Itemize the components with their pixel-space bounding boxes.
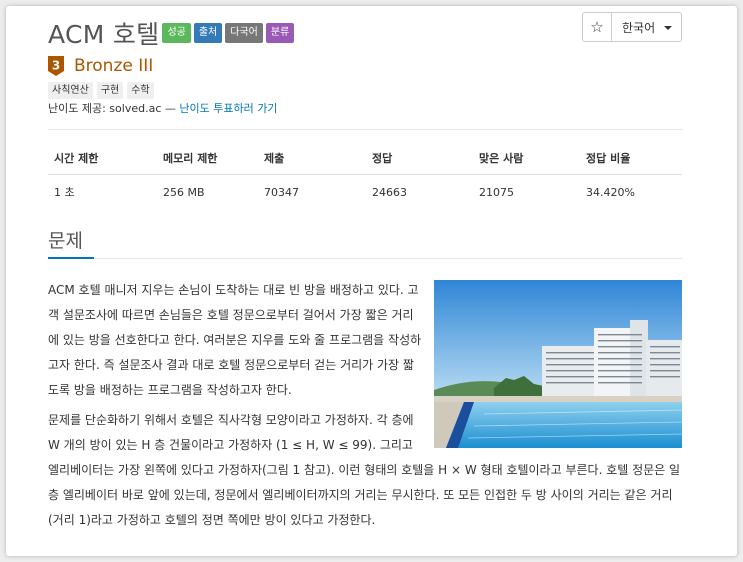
star-icon: ☆	[590, 18, 604, 36]
header-memory-limit: 메모리 제한	[157, 146, 258, 175]
tier-badge-icon: 3	[48, 56, 64, 76]
cell-accept-ratio: 34.420%	[586, 185, 635, 199]
table-row: 1 초 256 MB 70347 24663 21075 34.420%	[48, 175, 682, 210]
section-title: 문제	[48, 230, 83, 252]
tier-number: 3	[52, 59, 60, 73]
cell-time-limit: 1 초	[54, 186, 75, 199]
favorite-button[interactable]: ☆	[582, 12, 612, 42]
difficulty-credit: 난이도 제공: solved.ac — 난이도 투표하러 가기	[48, 100, 277, 116]
tier-label[interactable]: Bronze III	[74, 56, 153, 76]
cell-accepted[interactable]: 24663	[366, 175, 473, 210]
problem-title: ACM 호텔	[48, 20, 160, 49]
problem-description: ACM 호텔 매니저 지우는 손님이 도착하는 대로 빈 방을 배정하고 있다.…	[48, 278, 682, 538]
problem-card: ACM 호텔 성공 출처 다국어 분류 ☆ 한국어 3 Bronze III 사…	[6, 6, 737, 556]
chevron-down-icon	[664, 26, 672, 30]
tag-category[interactable]: 분류	[265, 23, 295, 43]
header-accepted: 정답	[366, 146, 473, 175]
header-submissions: 제출	[258, 146, 366, 175]
tag-source[interactable]: 출처	[193, 23, 223, 43]
language-dropdown[interactable]: 한국어	[611, 12, 682, 42]
section-divider	[48, 258, 682, 259]
header-accept-ratio: 정답 비율	[580, 146, 682, 175]
cell-solvers[interactable]: 21075	[473, 175, 580, 210]
header-solvers: 맞은 사람	[473, 146, 580, 175]
header-divider	[48, 129, 682, 130]
algorithm-tag[interactable]: 구현	[96, 82, 124, 99]
hotel-image	[434, 280, 682, 448]
problem-info-table: 시간 제한 메모리 제한 제출 정답 맞은 사람 정답 비율 1 초 256 M…	[48, 146, 682, 209]
tag-multilingual[interactable]: 다국어	[225, 23, 263, 43]
cell-memory-limit: 256 MB	[163, 185, 205, 199]
credit-text: 난이도 제공: solved.ac —	[48, 102, 180, 115]
header-time-limit: 시간 제한	[48, 146, 157, 175]
difficulty-vote-link[interactable]: 난이도 투표하러 가기	[179, 102, 277, 115]
title-row: ACM 호텔 성공 출처 다국어 분류	[48, 15, 295, 51]
table-header-row: 시간 제한 메모리 제한 제출 정답 맞은 사람 정답 비율	[48, 146, 682, 175]
section-accent-bar	[48, 257, 94, 259]
algorithm-tag[interactable]: 수학	[127, 82, 154, 99]
algorithm-tag[interactable]: 사칙연산	[48, 82, 93, 99]
algorithm-tags: 사칙연산 구현 수학	[48, 82, 158, 99]
language-label: 한국어	[622, 20, 656, 35]
cell-submissions[interactable]: 70347	[258, 175, 366, 210]
tier-row: 3 Bronze III	[48, 56, 153, 76]
tag-success[interactable]: 성공	[162, 23, 191, 43]
